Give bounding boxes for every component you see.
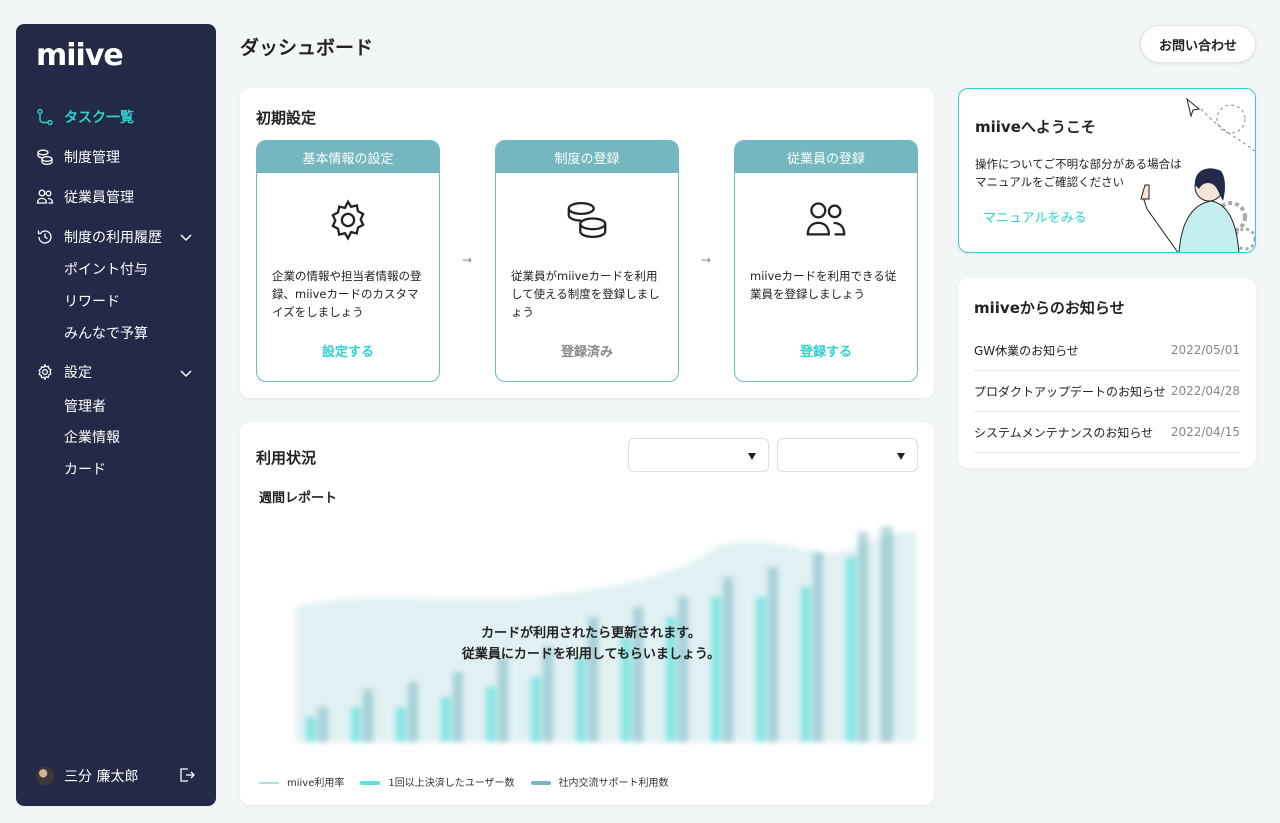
sidebar-subitem-company[interactable]: 企業情報 — [64, 427, 120, 447]
caret-down-icon — [897, 453, 905, 460]
user-profile[interactable]: 三分 廉太郎 — [36, 766, 138, 786]
sidebar-item-history[interactable]: 制度の利用履歴 — [36, 226, 196, 248]
users-icon — [806, 202, 846, 236]
setup-step-seido: 制度の登録 従業員がmiiveカードを利用して使える制度を登録しましょう 登録済… — [495, 140, 679, 382]
news-item[interactable]: GW休業のお知らせ 2022/05/01 — [974, 330, 1240, 371]
setup-title: 初期設定 — [256, 109, 317, 127]
news-item-date: 2022/05/01 — [1170, 343, 1240, 357]
guide-illustration — [1140, 97, 1255, 252]
setup-seido-status: 登録済み — [560, 345, 613, 360]
coins-icon — [36, 148, 54, 166]
sidebar-subitem-reward[interactable]: リワード — [64, 291, 120, 311]
avatar — [36, 767, 54, 785]
news-item-date: 2022/04/15 — [1170, 425, 1240, 439]
legend-label: miive利用率 — [287, 778, 345, 789]
chevron-down-icon[interactable] — [178, 229, 194, 245]
legend-swatch — [360, 781, 381, 785]
arrow-right-icon: → — [701, 253, 712, 267]
manual-link[interactable]: マニュアルをみる — [983, 207, 1087, 226]
chevron-down-icon[interactable] — [178, 365, 194, 381]
step-description: miiveカードを利用できる従業員を登録しましょう — [750, 269, 897, 301]
arrow-right-icon: → — [462, 253, 473, 267]
legend-item: 社内交流サポート利用数 — [530, 774, 669, 789]
news-title: miiveからのお知らせ — [974, 299, 1125, 317]
sidebar-item-label: 設定 — [64, 365, 92, 381]
setup-step-employees: 従業員の登録 miiveカードを利用できる従業員を登録しましょう 登録する — [734, 140, 918, 382]
task-flow-icon — [36, 108, 54, 126]
sidebar-subitem-admins[interactable]: 管理者 — [64, 396, 106, 416]
welcome-title: miiveへようこそ — [975, 118, 1096, 136]
page-title: ダッシュボード — [240, 37, 374, 59]
sidebar-item-tasks[interactable]: タスク一覧 — [36, 106, 134, 128]
contact-button[interactable]: お問い合わせ — [1140, 25, 1256, 63]
chart-legend: miive利用率 1回以上決済したユーザー数 社内交流サポート利用数 — [259, 774, 669, 789]
history-icon — [36, 228, 54, 246]
setup-employees-button[interactable]: 登録する — [735, 341, 917, 360]
empty-chart-message: カードが利用されたら更新されます。 従業員にカードを利用してもらいましょう。 — [256, 623, 926, 665]
gear-icon — [36, 363, 54, 381]
weekly-report-title: 週間レポート — [259, 491, 338, 506]
empty-message-line: カードが利用されたら更新されます。 — [481, 626, 701, 641]
logout-icon[interactable] — [178, 766, 196, 784]
legend-swatch — [259, 782, 279, 784]
legend-label: 1回以上決済したユーザー数 — [388, 778, 515, 789]
user-name: 三分 廉太郎 — [64, 769, 139, 785]
caret-down-icon — [748, 453, 756, 460]
news-card: miiveからのお知らせ GW休業のお知らせ 2022/05/01 プロダクトア… — [958, 278, 1256, 468]
sidebar-subitem-card[interactable]: カード — [64, 459, 106, 479]
sidebar-item-settings[interactable]: 設定 — [36, 361, 196, 383]
setup-card: 初期設定 基本情報の設定 企業の情報や担当者情報の登録、miiveカードのカスタ… — [240, 88, 934, 398]
usage-card: 利用状況 週間レポート カードが利用されたら更新されます。 従業員にカードを利用… — [240, 422, 934, 805]
news-item-title: システムメンテナンスのお知らせ — [974, 425, 1154, 440]
sidebar-subitem-points[interactable]: ポイント付与 — [64, 259, 148, 279]
news-item[interactable]: システムメンテナンスのお知らせ 2022/04/15 — [974, 412, 1240, 453]
usage-chart-placeholder: カードが利用されたら更新されます。 従業員にカードを利用してもらいましょう。 — [256, 517, 926, 767]
sidebar-subitem-budget[interactable]: みんなで予算 — [64, 323, 148, 343]
news-item-title: プロダクトアップデートのお知らせ — [974, 384, 1166, 399]
sidebar-item-label: 従業員管理 — [64, 190, 134, 206]
legend-swatch — [530, 781, 551, 785]
sidebar-item-label: 制度管理 — [64, 150, 120, 166]
setup-basic-button[interactable]: 設定する — [257, 341, 439, 360]
welcome-card: miiveへようこそ 操作についてご不明な部分がある場合は マニュアルをご確認く… — [958, 88, 1256, 253]
sidebar-item-label: 制度の利用履歴 — [64, 230, 162, 246]
legend-item: 1回以上決済したユーザー数 — [360, 774, 515, 789]
setup-step-basic: 基本情報の設定 企業の情報や担当者情報の登録、miiveカードのカスタマイズをし… — [256, 140, 440, 382]
usage-title: 利用状況 — [256, 449, 317, 467]
legend-item: miive利用率 — [259, 774, 344, 789]
users-icon — [36, 188, 54, 206]
step-description: 企業の情報や担当者情報の登録、miiveカードのカスタマイズをしましょう — [272, 269, 422, 319]
news-item-title: GW休業のお知らせ — [974, 343, 1079, 358]
brand-logo[interactable]: miive — [36, 38, 124, 73]
empty-message-line: 従業員にカードを利用してもらいましょう。 — [461, 647, 721, 662]
news-item-date: 2022/04/28 — [1170, 384, 1240, 398]
step-description: 従業員がmiiveカードを利用して使える制度を登録しましょう — [511, 269, 660, 319]
legend-label: 社内交流サポート利用数 — [558, 778, 669, 789]
news-item[interactable]: プロダクトアップデートのお知らせ 2022/04/28 — [974, 371, 1240, 412]
sidebar-item-employees[interactable]: 従業員管理 — [36, 186, 134, 208]
step-header: 従業員の登録 — [735, 141, 917, 173]
sidebar-item-label: タスク一覧 — [64, 110, 134, 126]
sidebar: miive タスク一覧 制度管理 従業員管理 制度の利用履歴 ポイント付与 リワ… — [16, 24, 216, 806]
gear-icon — [331, 199, 365, 241]
sidebar-item-seido[interactable]: 制度管理 — [36, 146, 120, 168]
period-select[interactable] — [628, 438, 769, 472]
step-header: 基本情報の設定 — [257, 141, 439, 173]
metric-select[interactable] — [777, 438, 918, 472]
step-header: 制度の登録 — [496, 141, 678, 173]
coins-icon — [567, 201, 607, 239]
